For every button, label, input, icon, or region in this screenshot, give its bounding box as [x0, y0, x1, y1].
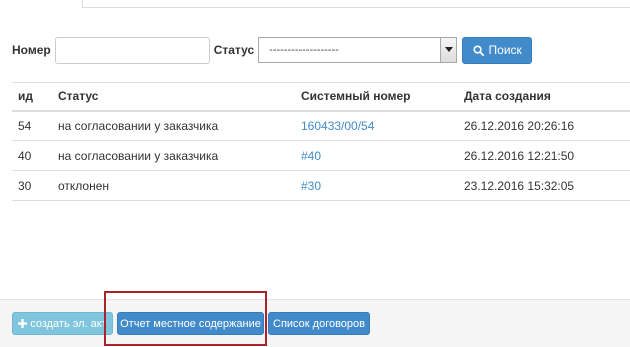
header-system-number[interactable]: Системный номер	[295, 82, 458, 112]
cell-created: 26.12.2016 12:21:50	[458, 140, 630, 171]
cell-created: 26.12.2016 20:26:16	[458, 110, 630, 141]
header-status[interactable]: Статус	[52, 82, 295, 112]
cell-system-number: #30	[295, 170, 458, 201]
number-label: Номер	[12, 43, 51, 57]
cell-id: 30	[12, 170, 52, 201]
tab-divider-line	[82, 7, 630, 8]
cell-created: 23.12.2016 15:32:05	[458, 170, 630, 201]
status-select[interactable]: -------------------	[258, 37, 458, 63]
system-number-link[interactable]: #30	[301, 179, 321, 193]
status-label: Статус	[213, 43, 255, 57]
plus-icon	[18, 319, 28, 328]
chevron-down-icon[interactable]	[440, 38, 457, 62]
contracts-list-button[interactable]: Список договоров	[268, 312, 370, 335]
cell-id: 40	[12, 140, 52, 171]
table-row[interactable]: 54 на согласовании у заказчика 160433/00…	[12, 110, 630, 141]
contracts-list-label: Список договоров	[273, 317, 365, 330]
header-created[interactable]: Дата создания	[458, 82, 630, 112]
acts-table: ид Статус Системный номер Дата создания …	[12, 82, 630, 201]
footer-toolbar: создать эл. акт Отчет местное содержание…	[0, 299, 630, 347]
top-tab-strip	[0, 0, 630, 8]
search-icon	[472, 44, 484, 56]
status-select-value: -------------------	[269, 44, 339, 56]
search-button-label: Поиск	[488, 43, 522, 57]
cell-status: отклонен	[52, 170, 295, 201]
filter-bar: Номер Статус ------------------- Поиск	[12, 36, 533, 64]
header-id[interactable]: ид	[12, 82, 52, 112]
system-number-link[interactable]: 160433/00/54	[301, 119, 374, 133]
search-button[interactable]: Поиск	[462, 36, 533, 64]
cell-id: 54	[12, 110, 52, 141]
create-act-label: создать эл. акт	[30, 317, 107, 330]
number-input[interactable]	[54, 36, 210, 64]
table-header-row: ид Статус Системный номер Дата создания	[12, 82, 630, 112]
cell-status: на согласовании у заказчика	[52, 110, 295, 141]
create-act-button[interactable]: создать эл. акт	[12, 312, 113, 335]
table-row[interactable]: 40 на согласовании у заказчика #40 26.12…	[12, 140, 630, 171]
system-number-link[interactable]: #40	[301, 149, 321, 163]
table-row[interactable]: 30 отклонен #30 23.12.2016 15:32:05	[12, 170, 630, 201]
cell-status: на согласовании у заказчика	[52, 140, 295, 171]
cell-system-number: 160433/00/54	[295, 110, 458, 141]
highlight-annotation-frame	[104, 291, 267, 346]
cell-system-number: #40	[295, 140, 458, 171]
